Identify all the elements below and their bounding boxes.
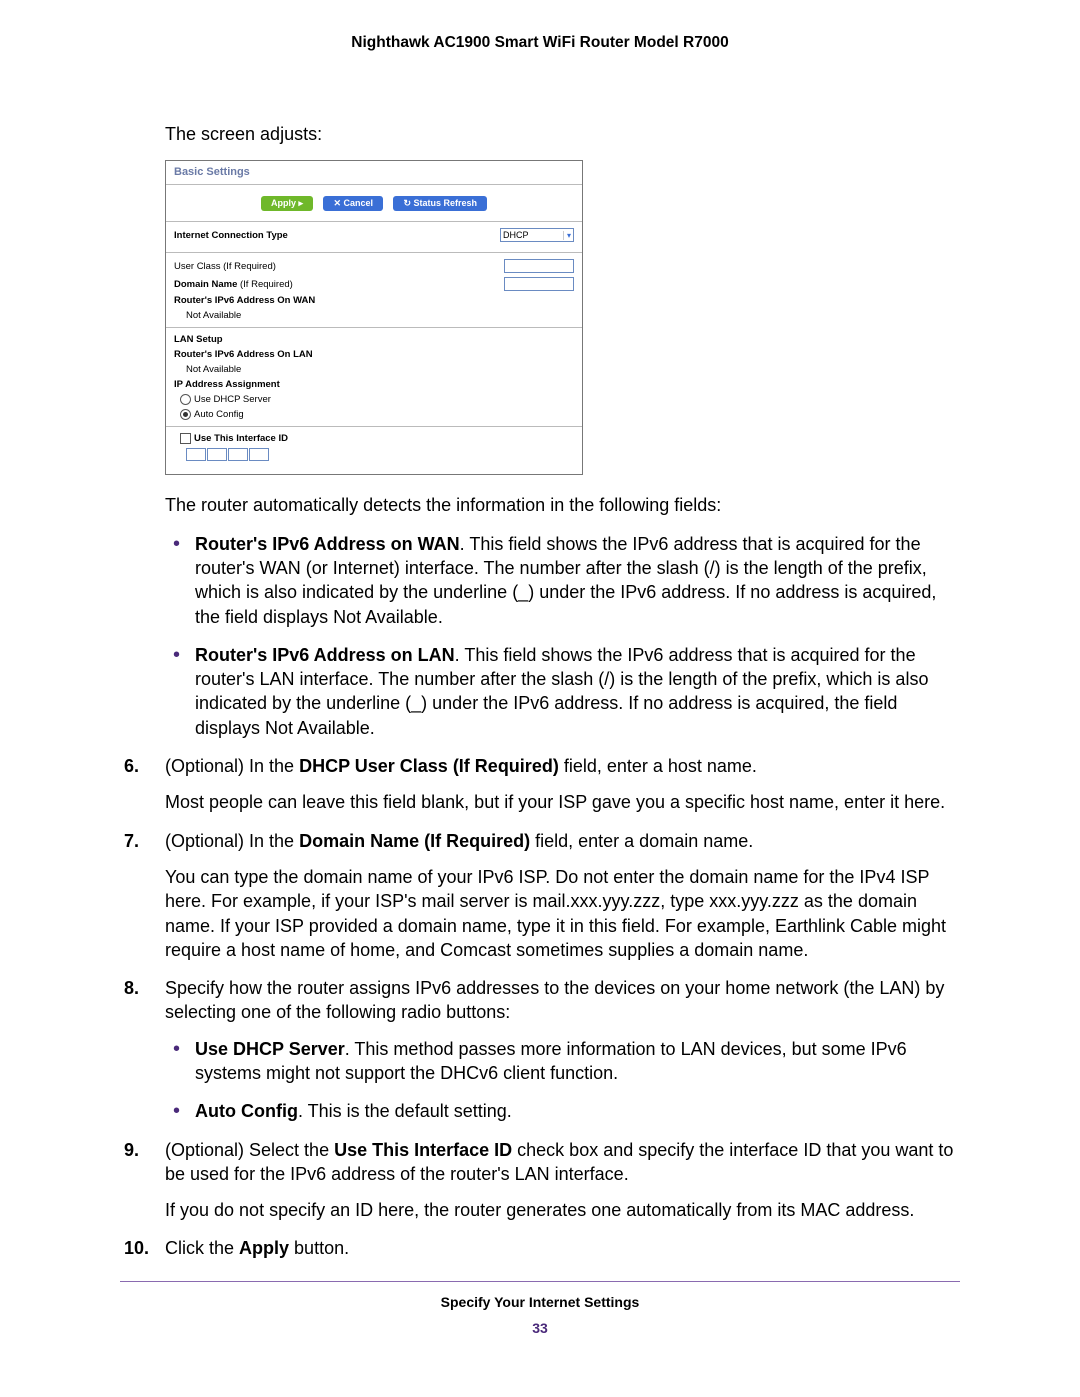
lan-addr-label: Router's IPv6 Address On LAN xyxy=(174,349,313,360)
wan-addr-label: Router's IPv6 Address On WAN xyxy=(174,295,315,306)
use-dhcp-radio[interactable]: Use DHCP Server xyxy=(180,394,271,405)
user-class-label: User Class (If Required) xyxy=(174,261,276,272)
ss-title: Basic Settings xyxy=(166,161,582,185)
ict-select[interactable]: DHCP ▾ xyxy=(500,228,574,242)
ip-assign-label: IP Address Assignment xyxy=(174,379,280,390)
interface-id-inputs[interactable] xyxy=(166,446,582,474)
bullet-auto-config: Auto Config. This is the default setting… xyxy=(195,1099,960,1123)
router-screenshot: Basic Settings Apply ▸ ✕ Cancel ↻ Status… xyxy=(165,160,583,475)
wan-addr-value: Not Available xyxy=(186,310,241,321)
user-class-input[interactable] xyxy=(504,259,574,273)
ict-value: DHCP xyxy=(503,230,529,240)
step-9: 9. (Optional) Select the Use This Interf… xyxy=(120,1138,960,1223)
bullet-wan: Router's IPv6 Address on WAN. This field… xyxy=(195,532,960,629)
use-interface-checkbox[interactable]: Use This Interface ID xyxy=(180,433,288,444)
step-8: 8. Specify how the router assigns IPv6 a… xyxy=(120,976,960,1123)
ss-button-row: Apply ▸ ✕ Cancel ↻ Status Refresh xyxy=(166,185,582,222)
cancel-button[interactable]: ✕ Cancel xyxy=(323,196,383,211)
step-7: 7. (Optional) In the Domain Name (If Req… xyxy=(120,829,960,962)
lan-addr-value: Not Available xyxy=(186,364,241,375)
lan-setup-label: LAN Setup xyxy=(174,334,223,345)
chevron-down-icon: ▾ xyxy=(563,231,571,240)
domain-label: Domain Name (If Required) xyxy=(174,279,293,290)
footer-divider xyxy=(120,1281,960,1282)
apply-button[interactable]: Apply ▸ xyxy=(261,196,313,211)
bullet-lan: Router's IPv6 Address on LAN. This field… xyxy=(195,643,960,740)
doc-header: Nighthawk AC1900 Smart WiFi Router Model… xyxy=(120,34,960,52)
page-number: 33 xyxy=(120,1320,960,1336)
domain-input[interactable] xyxy=(504,277,574,291)
ict-label: Internet Connection Type xyxy=(174,230,288,241)
step-10: 10. Click the Apply button. xyxy=(120,1236,960,1260)
steps-list: 6. (Optional) In the DHCP User Class (If… xyxy=(120,754,960,1261)
intro-text: The screen adjusts: xyxy=(165,122,960,146)
step-6: 6. (Optional) In the DHCP User Class (If… xyxy=(120,754,960,815)
status-refresh-button[interactable]: ↻ Status Refresh xyxy=(393,196,487,211)
auto-config-radio[interactable]: Auto Config xyxy=(180,409,244,420)
bullet-dhcp-server: Use DHCP Server. This method passes more… xyxy=(195,1037,960,1086)
detect-bullets: Router's IPv6 Address on WAN. This field… xyxy=(165,532,960,740)
footer-section: Specify Your Internet Settings xyxy=(120,1294,960,1310)
detect-intro: The router automatically detects the inf… xyxy=(165,493,960,517)
